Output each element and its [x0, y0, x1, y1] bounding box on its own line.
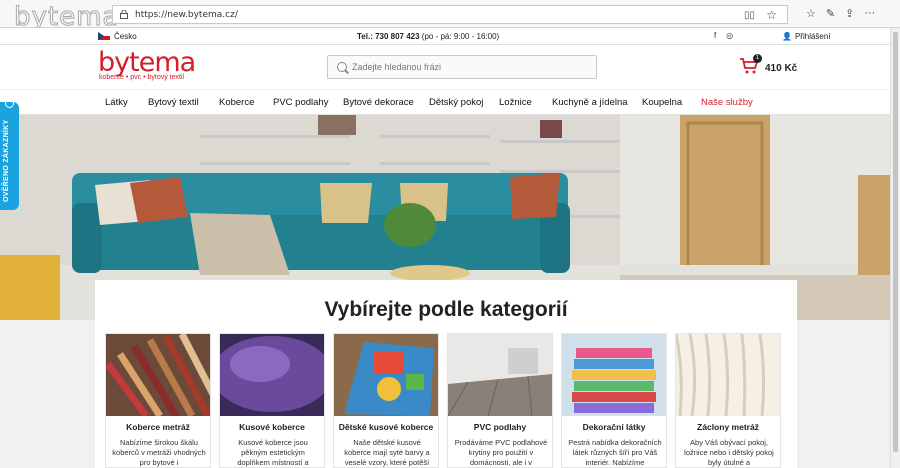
verified-badge-label: OVĚŘENO ZÁKAZNÍKY — [3, 119, 10, 203]
lock-icon — [120, 10, 128, 19]
nav-bytove-dekorace[interactable]: Bytové dekorace — [343, 97, 414, 108]
country-selector[interactable]: Česko — [114, 32, 137, 41]
verified-by-customers-badge[interactable]: OVĚŘENO ZÁKAZNÍKY — [0, 99, 19, 210]
category-desc: Naše dětské kusové koberce mají syté bar… — [344, 438, 430, 467]
address-bar[interactable]: https://new.bytema.cz/ ▯▯ ☆ — [112, 5, 788, 24]
nav-latky[interactable]: Látky — [105, 97, 128, 108]
top-info-bar: Česko Tel.: 730 807 423 (po - pá: 9:00 -… — [0, 28, 890, 45]
category-card-dekoracni-latky[interactable]: Dekorační látky Pestrá nabídka dekorační… — [561, 333, 667, 468]
share-icon[interactable]: ⇪ — [845, 7, 854, 20]
more-icon[interactable]: ··· — [864, 7, 875, 20]
search-input[interactable] — [352, 59, 592, 75]
category-title: PVC podlahy — [473, 422, 527, 432]
category-title: Kusové koberce — [239, 422, 305, 432]
pen-icon[interactable]: ✎ — [826, 7, 835, 20]
category-desc: Kusové koberce jsou pěkným estetickým do… — [237, 438, 309, 467]
browser-toolbar: bytema https://new.bytema.cz/ ▯▯ ☆ ☆ ✎ ⇪… — [0, 0, 900, 33]
facebook-icon[interactable]: f — [714, 31, 716, 40]
reading-view-icon[interactable]: ▯▯ — [744, 10, 755, 21]
czech-flag-icon — [98, 32, 110, 40]
category-card-koberce-metraz[interactable]: Koberce metráž Nabízíme širokou škálu ko… — [105, 333, 211, 468]
category-title: Záclony metráž — [697, 422, 759, 432]
nav-detsky-pokoj[interactable]: Dětský pokoj — [429, 97, 483, 108]
kids-rug-image — [334, 334, 438, 416]
page-scrollbar[interactable] — [890, 28, 900, 468]
nav-pvc-podlahy[interactable]: PVC podlahy — [273, 97, 328, 108]
category-title: Koberce metráž — [126, 422, 190, 432]
category-desc: Prodáváme PVC podlahové krytiny pro použ… — [454, 438, 548, 467]
slogan: koberce • pvc • bytový textil — [99, 74, 185, 81]
main-nav: Látky Bytový textil Koberce PVC podlahy … — [0, 89, 890, 115]
scrollbar-thumb[interactable] — [893, 32, 898, 452]
nav-koberce[interactable]: Koberce — [219, 97, 254, 108]
category-card-detske-koberce[interactable]: Dětské kusové koberce Naše dětské kusové… — [333, 333, 439, 468]
category-card-zaclony-metraz[interactable]: Záclony metráž Aby Váš obývací pokoj, lo… — [675, 333, 781, 468]
opening-hours: (po - pá: 9:00 - 16:00) — [421, 32, 500, 41]
phone-info: Tel.: 730 807 423 (po - pá: 9:00 - 16:00… — [357, 32, 499, 41]
phone-number: Tel.: 730 807 423 — [357, 32, 420, 41]
category-title: Dekorační látky — [582, 422, 646, 432]
favorites-bar-icon[interactable]: ☆ — [806, 7, 816, 20]
cart-count-badge: 1 — [753, 54, 762, 63]
nav-nase-sluzby[interactable]: Naše služby — [701, 97, 753, 108]
login-link[interactable]: 👤 Přihlášení — [782, 32, 831, 41]
category-desc: Nabízíme širokou škálu koberců v metráži… — [112, 438, 206, 467]
nav-loznice[interactable]: Ložnice — [499, 97, 532, 108]
category-card-pvc-podlahy[interactable]: PVC podlahy Prodáváme PVC podlahové kryt… — [447, 333, 553, 468]
curtain-image — [676, 334, 780, 416]
shaggy-rug-image — [220, 334, 324, 416]
category-title: Dětské kusové koberce — [338, 422, 434, 432]
login-label: Přihlášení — [794, 32, 831, 41]
nav-koupelna[interactable]: Koupelna — [642, 97, 682, 108]
search-box — [327, 55, 597, 79]
search-icon[interactable] — [337, 62, 347, 72]
category-desc: Pestrá nabídka dekoračních látek různých… — [568, 438, 662, 467]
category-card-kusove-koberce[interactable]: Kusové koberce Kusové koberce jsou pěkný… — [219, 333, 325, 468]
instagram-icon[interactable]: ◎ — [726, 31, 733, 40]
categories-panel: Vybírejte podle kategorií Koberce metráž… — [95, 280, 797, 468]
carpet-rolls-image — [106, 334, 210, 416]
category-desc: Aby Váš obývací pokoj, ložnice nebo i dě… — [684, 438, 774, 467]
nav-kuchyne[interactable]: Kuchyně a jídelna — [552, 97, 628, 108]
url-text: https://new.bytema.cz/ — [135, 10, 238, 20]
categories-title: Vybírejte podle kategorií — [324, 298, 568, 321]
user-icon: 👤 — [782, 32, 792, 41]
check-icon — [5, 99, 14, 108]
nav-bytovy-textil[interactable]: Bytový textil — [148, 97, 199, 108]
pvc-floor-image — [448, 334, 552, 416]
fabric-stack-image — [562, 334, 666, 416]
cart-price[interactable]: 410 Kč — [765, 63, 797, 74]
site-header: bytema koberce • pvc • bytový textil 1 4… — [0, 45, 890, 89]
favorite-star-icon[interactable]: ☆ — [766, 8, 777, 22]
